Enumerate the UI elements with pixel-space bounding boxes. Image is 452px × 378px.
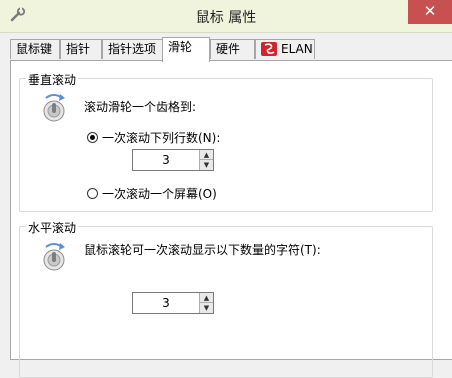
spin-down-icon[interactable]: ▼ <box>199 160 213 170</box>
tab-label: 指针选项 <box>108 42 157 56</box>
tab-pointers[interactable]: 指针 <box>60 39 102 59</box>
tab-label: ELAN <box>281 42 313 56</box>
tab-pointer-options[interactable]: 指针选项 <box>102 39 163 59</box>
tab-hardware[interactable]: 硬件 <box>210 39 255 59</box>
tab-wheel[interactable]: 滑轮 <box>162 37 210 62</box>
scroll-lines-stepper[interactable]: 3 ▲ ▼ <box>132 149 214 171</box>
scroll-screen-label[interactable]: 一次滚动一个屏幕(O) <box>102 185 217 202</box>
tab-label: 鼠标键 <box>16 42 53 56</box>
horizontal-scroll-group: 水平滚动 鼠标滚轮可一次滚动显示以下数量的字符(T): 3 ▲ ▼ <box>19 219 433 378</box>
spin-up-icon[interactable]: ▲ <box>199 293 213 303</box>
vertical-scroll-group: 垂直滚动 滚动滑轮一个齿格到: 一次滚动下列行数(N): 3 ▲ ▼ 一次滚动一… <box>19 71 433 212</box>
scroll-lines-radio[interactable] <box>87 132 98 143</box>
spin-down-icon[interactable]: ▼ <box>199 303 213 313</box>
scroll-screen-radio[interactable] <box>87 188 98 199</box>
wheel-tab-panel: 垂直滚动 滚动滑轮一个齿格到: 一次滚动下列行数(N): 3 ▲ ▼ 一次滚动一… <box>10 60 452 378</box>
window-title: 鼠标 属性 <box>195 10 257 26</box>
tab-strip: 鼠标键 指针 指针选项 滑轮 硬件 ELAN <box>10 37 452 62</box>
tab-elan[interactable]: ELAN <box>255 39 315 59</box>
tab-buttons[interactable]: 鼠标键 <box>10 39 60 59</box>
scroll-lines-value[interactable]: 3 <box>133 150 199 170</box>
mouse-wheel-icon <box>43 94 65 122</box>
mouse-wheel-icon <box>43 243 65 271</box>
tab-label: 指针 <box>66 42 91 56</box>
close-button[interactable]: ✕ <box>408 0 452 24</box>
scroll-lines-label[interactable]: 一次滚动下列行数(N): <box>102 129 220 146</box>
scroll-chars-stepper[interactable]: 3 ▲ ▼ <box>132 292 214 314</box>
title-bar: 鼠标 属性 ✕ <box>0 0 452 33</box>
scroll-chars-value[interactable]: 3 <box>133 293 199 313</box>
vertical-scroll-description: 滚动滑轮一个齿格到: <box>84 100 197 114</box>
tab-label: 硬件 <box>216 42 241 56</box>
horizontal-scroll-description: 鼠标滚轮可一次滚动显示以下数量的字符(T): <box>84 243 321 257</box>
tab-label: 滑轮 <box>168 40 193 54</box>
vertical-scroll-group-label: 垂直滚动 <box>26 71 79 88</box>
elan-logo-icon <box>261 41 277 56</box>
spin-up-icon[interactable]: ▲ <box>199 150 213 160</box>
horizontal-scroll-group-label: 水平滚动 <box>26 219 79 236</box>
